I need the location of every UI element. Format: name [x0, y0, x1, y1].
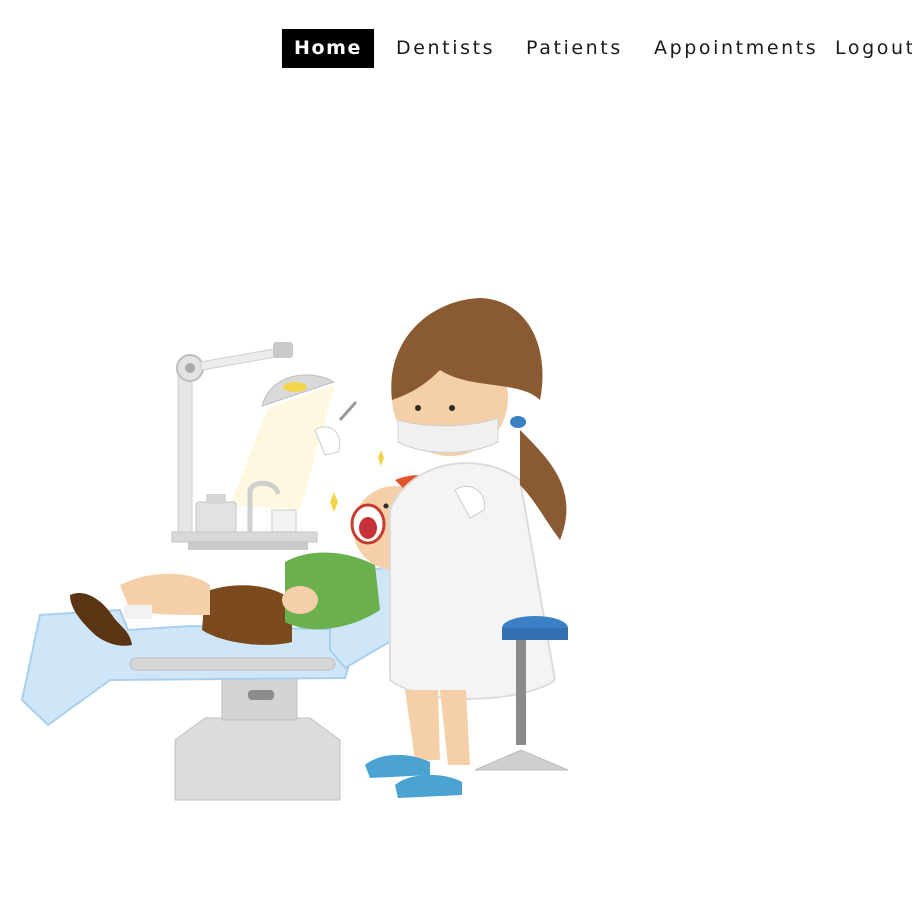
page: Home Dentists Patients Appointments Logo…: [0, 0, 912, 911]
dentist: [314, 298, 567, 798]
nav-dentists-link[interactable]: Dentists: [396, 29, 495, 68]
nav-appointments-link[interactable]: Appointments: [654, 29, 818, 68]
dental-illustration: [0, 270, 600, 830]
nav-home-link[interactable]: Home: [282, 29, 375, 68]
nav-patients-link[interactable]: Patients: [526, 29, 623, 68]
top-navigation: Home Dentists Patients Appointments Logo…: [0, 29, 912, 69]
dentist-with-child-patient-illustration-icon: [20, 298, 569, 801]
nav-logout-link[interactable]: Logout: [835, 29, 912, 68]
